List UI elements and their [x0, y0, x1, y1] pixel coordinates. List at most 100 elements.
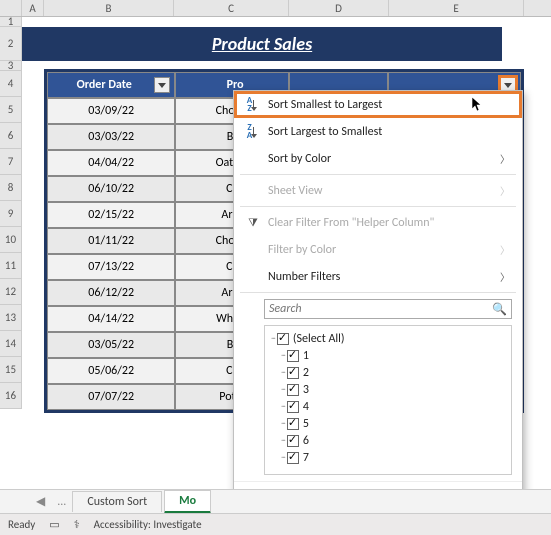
- row-header[interactable]: 15: [0, 357, 22, 383]
- checkbox-icon[interactable]: [287, 418, 299, 430]
- status-bar: Ready ▭ ⚕ Accessibility: Investigate: [0, 513, 551, 535]
- check-label: 6: [303, 434, 309, 448]
- cell[interactable]: 06/12/22: [47, 280, 175, 306]
- row-header[interactable]: 8: [0, 175, 22, 201]
- filter-check-item[interactable]: ···4: [271, 398, 505, 415]
- select-all-corner[interactable]: [0, 0, 22, 16]
- row-header[interactable]: 6: [0, 123, 22, 149]
- check-label: 3: [303, 383, 309, 397]
- menu-label: Sort Largest to Smallest: [264, 125, 510, 139]
- filter-check-item[interactable]: ··· 2: [271, 364, 505, 381]
- col-header-e[interactable]: E: [389, 0, 524, 16]
- col-header-d[interactable]: D: [289, 0, 389, 16]
- status-mode-icon: ▭: [49, 518, 59, 531]
- filter-search-input[interactable]: [264, 299, 512, 319]
- row-header[interactable]: 16: [0, 383, 22, 409]
- sheet-tab-custom-sort[interactable]: Custom Sort: [72, 491, 162, 512]
- filter-check-item[interactable]: ···7: [271, 449, 505, 466]
- row-header[interactable]: 12: [0, 279, 22, 305]
- cell[interactable]: 01/11/22: [47, 228, 175, 254]
- menu-label: Clear Filter From "Helper Column": [264, 216, 510, 230]
- filter-by-color-item: Filter by Color 〉: [234, 236, 522, 263]
- chevron-right-icon: 〉: [500, 151, 510, 166]
- filter-check-item[interactable]: ···1: [271, 347, 505, 364]
- tab-nav-ellipsis[interactable]: ...: [51, 495, 72, 509]
- check-label: 2: [303, 366, 309, 380]
- filter-dropdown-icon[interactable]: [154, 77, 170, 93]
- tree-line-icon: ···: [281, 452, 285, 463]
- cell[interactable]: 02/15/22: [47, 202, 175, 228]
- accessibility-icon: ⚕: [74, 518, 80, 531]
- filter-check-item[interactable]: ···6: [271, 432, 505, 449]
- row-header[interactable]: 11: [0, 253, 22, 279]
- search-icon: 🔍: [492, 302, 507, 317]
- sort-asc-icon: AZ: [242, 97, 264, 113]
- col-header-b[interactable]: B: [44, 0, 174, 16]
- menu-label: Number Filters: [264, 270, 500, 284]
- tree-line-icon: ···: [271, 333, 275, 344]
- menu-separator: [240, 174, 516, 175]
- cell[interactable]: 03/03/22: [47, 124, 175, 150]
- tree-line-icon: ···: [281, 401, 285, 412]
- cell[interactable]: 03/09/22: [47, 98, 175, 124]
- sort-descending-item[interactable]: ZA Sort Largest to Smallest: [234, 118, 522, 145]
- sheet-tabs-bar: ◀ ... Custom Sort Mo: [0, 489, 551, 513]
- row-header[interactable]: 14: [0, 331, 22, 357]
- cell[interactable]: 05/06/22: [47, 358, 175, 384]
- row-header[interactable]: 3: [0, 61, 22, 71]
- cell[interactable]: 03/05/22: [47, 332, 175, 358]
- chevron-right-icon: 〉: [500, 242, 510, 257]
- cursor-icon: [472, 97, 484, 113]
- cell[interactable]: 07/07/22: [47, 384, 175, 410]
- checkbox-icon[interactable]: [287, 435, 299, 447]
- column-header-row: A B C D E: [0, 0, 551, 17]
- status-accessibility[interactable]: Accessibility: Investigate: [94, 518, 202, 531]
- menu-label: Sort by Color: [264, 152, 500, 166]
- checkbox-icon[interactable]: [287, 350, 299, 362]
- col-header-c[interactable]: C: [174, 0, 289, 16]
- tree-line-icon: ···: [281, 350, 285, 361]
- table-header-order-date[interactable]: Order Date: [47, 72, 175, 98]
- sheet-tab-active[interactable]: Mo: [164, 490, 211, 514]
- cell[interactable]: 06/10/22: [47, 176, 175, 202]
- cell[interactable]: 04/14/22: [47, 306, 175, 332]
- chevron-right-icon: 〉: [500, 183, 510, 198]
- filter-check-item[interactable]: ···(Select All): [271, 330, 505, 347]
- checkbox-icon[interactable]: [287, 367, 299, 379]
- check-label: 5: [303, 417, 309, 431]
- row-header[interactable]: 9: [0, 201, 22, 227]
- row-header[interactable]: 5: [0, 97, 22, 123]
- checkbox-icon[interactable]: [287, 452, 299, 464]
- tree-line-icon: ···: [281, 384, 285, 395]
- menu-separator: [240, 292, 516, 293]
- filter-check-item[interactable]: ··· 3: [271, 381, 505, 398]
- page-title: Product Sales: [22, 27, 502, 61]
- sort-by-color-item[interactable]: Sort by Color 〉: [234, 145, 522, 172]
- tab-nav-prev-icon[interactable]: ◀: [30, 494, 51, 509]
- chevron-right-icon: 〉: [500, 269, 510, 284]
- filter-check-item[interactable]: ··· 5: [271, 415, 505, 432]
- row-headers: 1 2 3 4 5 6 7 8 9 10 11 12 13 14 15 16: [0, 17, 22, 409]
- row-header[interactable]: 4: [0, 71, 22, 97]
- row-header[interactable]: 2: [0, 27, 22, 61]
- row-header[interactable]: 10: [0, 227, 22, 253]
- checkbox-icon[interactable]: [277, 333, 289, 345]
- row-header[interactable]: 7: [0, 149, 22, 175]
- menu-label: Sheet View: [264, 184, 500, 198]
- cell[interactable]: 04/04/22: [47, 150, 175, 176]
- row-header[interactable]: 1: [0, 17, 22, 27]
- number-filters-item[interactable]: Number Filters 〉: [234, 263, 522, 290]
- row-header[interactable]: 13: [0, 305, 22, 331]
- tree-line-icon: ···: [281, 367, 285, 378]
- sort-ascending-item[interactable]: AZ Sort Smallest to Largest: [234, 91, 522, 118]
- cell[interactable]: 07/13/22: [47, 254, 175, 280]
- filter-values-list[interactable]: ···(Select All) ···1 ··· 2 ··· 3 ···4 ··· 5…: [264, 325, 512, 475]
- tree-line-icon: ···: [281, 418, 285, 429]
- clear-filter-item: ⧩ Clear Filter From "Helper Column": [234, 209, 522, 236]
- header-label: Order Date: [48, 78, 154, 92]
- checkbox-icon[interactable]: [287, 401, 299, 413]
- menu-label: Filter by Color: [264, 243, 500, 257]
- sheet-view-item: Sheet View 〉: [234, 177, 522, 204]
- col-header-a[interactable]: A: [22, 0, 44, 16]
- checkbox-icon[interactable]: [287, 384, 299, 396]
